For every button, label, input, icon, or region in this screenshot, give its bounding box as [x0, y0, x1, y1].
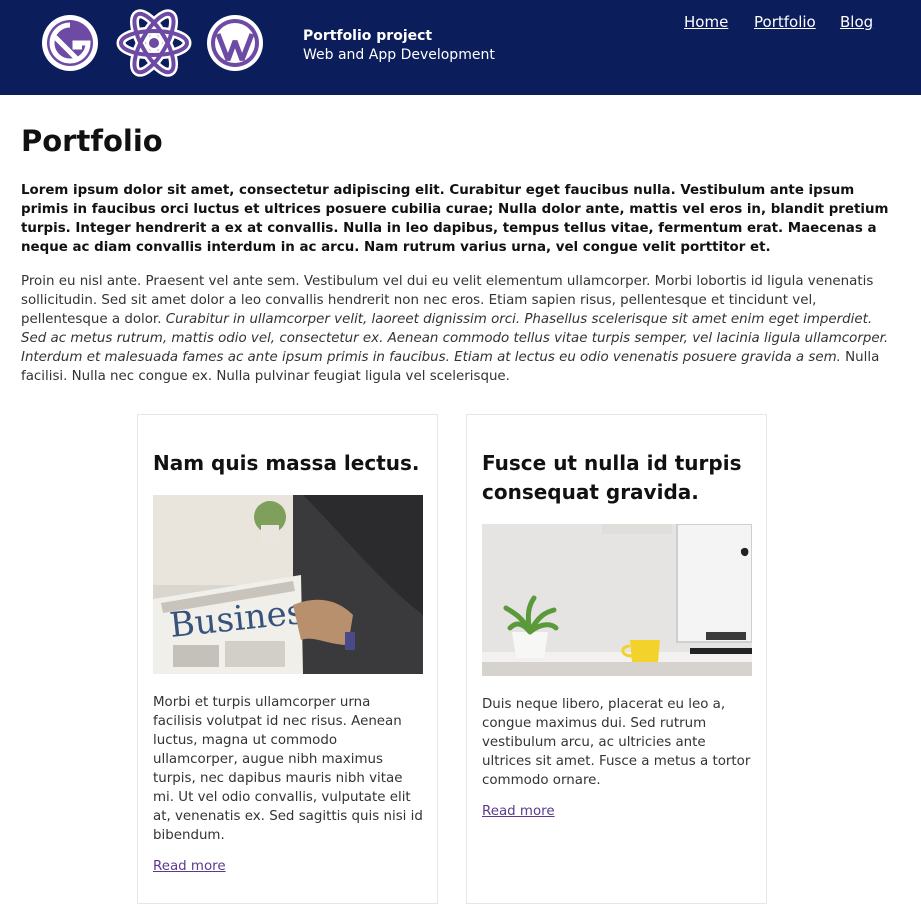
card-text: Morbi et turpis ullamcorper urna facilis…: [153, 695, 423, 843]
card-title: Nam quis massa lectus.: [153, 451, 420, 475]
card-text: Duis neque libero, placerat eu leo a, co…: [482, 697, 751, 788]
site-title: Portfolio project: [303, 28, 433, 44]
read-more-link[interactable]: Read more: [482, 804, 555, 819]
intro-paragraph: Proin eu nisl ante. Praesent vel ante se…: [21, 272, 901, 386]
desk-computer-plant-photo: [482, 524, 752, 676]
business-newspaper-photo: Business: [153, 495, 423, 674]
gatsby-logo-icon[interactable]: [41, 14, 99, 72]
portfolio-card: Nam quis massa lectus. Business Morbi et…: [137, 414, 438, 904]
site-subtitle: Web and App Development: [303, 47, 495, 63]
read-more-link[interactable]: Read more: [153, 859, 226, 874]
card-title: Fusce ut nulla id turpis consequat gravi…: [482, 451, 742, 504]
wordpress-logo-icon[interactable]: [206, 14, 264, 72]
nav-link-home[interactable]: Home: [684, 13, 728, 31]
page-title: Portfolio: [21, 124, 163, 158]
nav-link-portfolio[interactable]: Portfolio: [754, 13, 816, 31]
react-logo-icon[interactable]: [115, 8, 193, 78]
nav-link-blog[interactable]: Blog: [840, 13, 873, 31]
intro-lead-paragraph: Lorem ipsum dolor sit amet, consectetur …: [21, 183, 889, 255]
site-header: Portfolio project Web and App Developmen…: [0, 0, 921, 95]
portfolio-card: Fusce ut nulla id turpis consequat gravi…: [466, 414, 767, 904]
